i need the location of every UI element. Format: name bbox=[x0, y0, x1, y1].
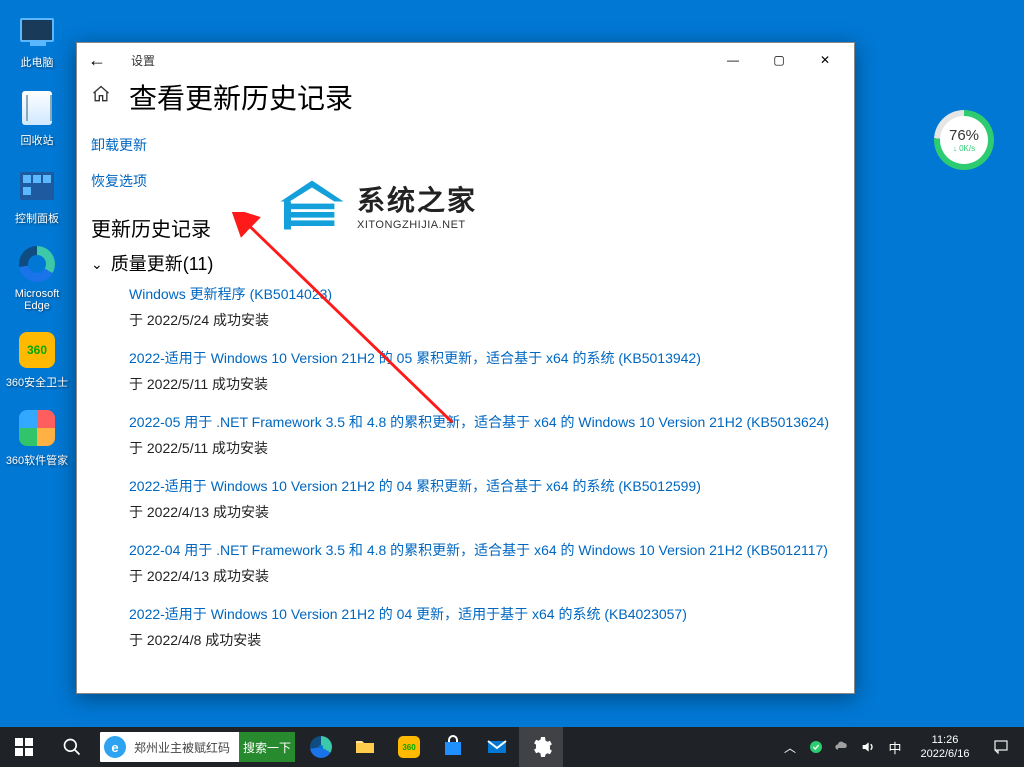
gauge-value: 76% bbox=[949, 127, 979, 144]
window-content: 查看更新历史记录 卸载更新 恢复选项 系统之家 XITONGZHIJIA.NET… bbox=[77, 77, 854, 693]
update-list: Windows 更新程序 (KB5014023) 于 2022/5/24 成功安… bbox=[91, 284, 840, 650]
expander-quality-updates[interactable]: ⌄ 质量更新(11) bbox=[91, 250, 840, 276]
tray-clock[interactable]: 11:26 2022/6/16 bbox=[910, 733, 980, 761]
page-title: 查看更新历史记录 bbox=[129, 77, 353, 117]
link-recovery-options[interactable]: 恢复选项 bbox=[91, 173, 147, 189]
taskbar-app-360[interactable]: 360 bbox=[387, 727, 431, 767]
safe360-icon: 360 bbox=[398, 736, 420, 758]
edge-icon bbox=[310, 736, 332, 758]
tray-time: 11:26 bbox=[932, 733, 959, 747]
desktop-icon-control-panel[interactable]: 控制面板 bbox=[5, 166, 69, 226]
window-title: 设置 bbox=[131, 52, 155, 69]
safe360-icon: 360 bbox=[17, 330, 57, 370]
desktop-icon-label: Microsoft Edge bbox=[5, 288, 69, 312]
update-link[interactable]: 2022-适用于 Windows 10 Version 21H2 的 04 累积… bbox=[129, 476, 840, 496]
store-icon bbox=[441, 735, 465, 759]
close-button[interactable]: ✕ bbox=[802, 44, 848, 76]
desktop-icon-label: 360安全卫士 bbox=[6, 374, 68, 390]
update-meta: 于 2022/4/8 成功安装 bbox=[129, 630, 840, 650]
section-title: 更新历史记录 bbox=[91, 213, 840, 242]
windows-icon bbox=[15, 738, 33, 756]
minimize-button[interactable]: — bbox=[710, 44, 756, 76]
tray-onedrive-icon[interactable] bbox=[830, 727, 854, 767]
tray-chevron-up-icon[interactable]: ︿ bbox=[778, 727, 802, 767]
desktop-icon-edge[interactable]: Microsoft Edge bbox=[5, 244, 69, 312]
mail-icon bbox=[485, 735, 509, 759]
folder-icon bbox=[353, 735, 377, 759]
update-item: 2022-适用于 Windows 10 Version 21H2 的 04 更新… bbox=[129, 604, 840, 650]
update-link[interactable]: Windows 更新程序 (KB5014023) bbox=[129, 284, 840, 304]
search-icon bbox=[62, 737, 82, 757]
desktop-icon-label: 控制面板 bbox=[15, 210, 59, 226]
tray-volume-icon[interactable] bbox=[856, 727, 880, 767]
update-item: 2022-04 用于 .NET Framework 3.5 和 4.8 的累积更… bbox=[129, 540, 840, 586]
update-link[interactable]: 2022-适用于 Windows 10 Version 21H2 的 04 更新… bbox=[129, 604, 840, 624]
taskbar-app-explorer[interactable] bbox=[343, 727, 387, 767]
search-placeholder: 郑州业主被赋红码 bbox=[130, 739, 239, 756]
desktop-icons: 此电脑 回收站 控制面板 Microsoft Edge 360 360安全卫士 … bbox=[2, 10, 72, 468]
update-item: Windows 更新程序 (KB5014023) 于 2022/5/24 成功安… bbox=[129, 284, 840, 330]
tray-ime[interactable]: 中 bbox=[882, 727, 908, 767]
desktop-icon-360-software[interactable]: 360软件管家 bbox=[5, 408, 69, 468]
system-tray: ︿ 中 11:26 2022/6/16 bbox=[778, 727, 1024, 767]
update-link[interactable]: 2022-适用于 Windows 10 Version 21H2 的 05 累积… bbox=[129, 348, 840, 368]
taskbar-app-edge[interactable] bbox=[299, 727, 343, 767]
back-button[interactable]: ← bbox=[83, 50, 111, 71]
maximize-button[interactable]: ▢ bbox=[756, 44, 802, 76]
update-meta: 于 2022/4/13 成功安装 bbox=[129, 566, 840, 586]
start-button[interactable] bbox=[0, 727, 48, 767]
taskbar: e 郑州业主被赋红码 搜索一下 360 ︿ 中 11:26 2022/6/16 bbox=[0, 727, 1024, 767]
update-item: 2022-05 用于 .NET Framework 3.5 和 4.8 的累积更… bbox=[129, 412, 840, 458]
window-titlebar[interactable]: ← 设置 — ▢ ✕ bbox=[77, 43, 854, 77]
taskbar-app-store[interactable] bbox=[431, 727, 475, 767]
ie-icon: e bbox=[104, 736, 126, 758]
update-link[interactable]: 2022-04 用于 .NET Framework 3.5 和 4.8 的累积更… bbox=[129, 540, 840, 560]
search-icon-button[interactable] bbox=[48, 727, 96, 767]
desktop-icon-this-pc[interactable]: 此电脑 bbox=[5, 10, 69, 70]
desktop-icon-label: 360软件管家 bbox=[6, 452, 68, 468]
update-meta: 于 2022/5/11 成功安装 bbox=[129, 438, 840, 458]
taskbar-app-mail[interactable] bbox=[475, 727, 519, 767]
gauge-sub: ↓ 0K/s bbox=[953, 144, 975, 153]
tray-date: 2022/6/16 bbox=[921, 747, 970, 761]
net-speed-gauge[interactable]: 76% ↓ 0K/s bbox=[934, 110, 994, 170]
tray-notifications-icon[interactable] bbox=[982, 727, 1020, 767]
search-button[interactable]: 搜索一下 bbox=[239, 732, 295, 762]
update-meta: 于 2022/4/13 成功安装 bbox=[129, 502, 840, 522]
taskbar-app-settings[interactable] bbox=[519, 727, 563, 767]
edge-icon bbox=[17, 244, 57, 284]
desktop-icon-360-safe[interactable]: 360 360安全卫士 bbox=[5, 330, 69, 390]
expander-label: 质量更新(11) bbox=[111, 250, 214, 276]
tray-safety-icon[interactable] bbox=[804, 727, 828, 767]
pc-icon bbox=[17, 10, 57, 50]
update-item: 2022-适用于 Windows 10 Version 21H2 的 05 累积… bbox=[129, 348, 840, 394]
settings-window: ← 设置 — ▢ ✕ 查看更新历史记录 卸载更新 恢复选项 系统之家 XITON… bbox=[76, 42, 855, 694]
soft360-icon bbox=[17, 408, 57, 448]
update-meta: 于 2022/5/11 成功安装 bbox=[129, 374, 840, 394]
update-meta: 于 2022/5/24 成功安装 bbox=[129, 310, 840, 330]
control-panel-icon bbox=[17, 166, 57, 206]
link-uninstall-updates[interactable]: 卸载更新 bbox=[91, 137, 147, 153]
desktop-icon-label: 此电脑 bbox=[21, 54, 54, 70]
home-icon[interactable] bbox=[91, 84, 111, 110]
recycle-bin-icon bbox=[17, 88, 57, 128]
gear-icon bbox=[529, 735, 553, 759]
desktop-icon-label: 回收站 bbox=[21, 132, 54, 148]
taskbar-search-box[interactable]: e 郑州业主被赋红码 搜索一下 bbox=[100, 732, 295, 762]
desktop-icon-recycle-bin[interactable]: 回收站 bbox=[5, 88, 69, 148]
update-link[interactable]: 2022-05 用于 .NET Framework 3.5 和 4.8 的累积更… bbox=[129, 412, 840, 432]
update-item: 2022-适用于 Windows 10 Version 21H2 的 04 累积… bbox=[129, 476, 840, 522]
chevron-down-icon: ⌄ bbox=[91, 256, 103, 273]
